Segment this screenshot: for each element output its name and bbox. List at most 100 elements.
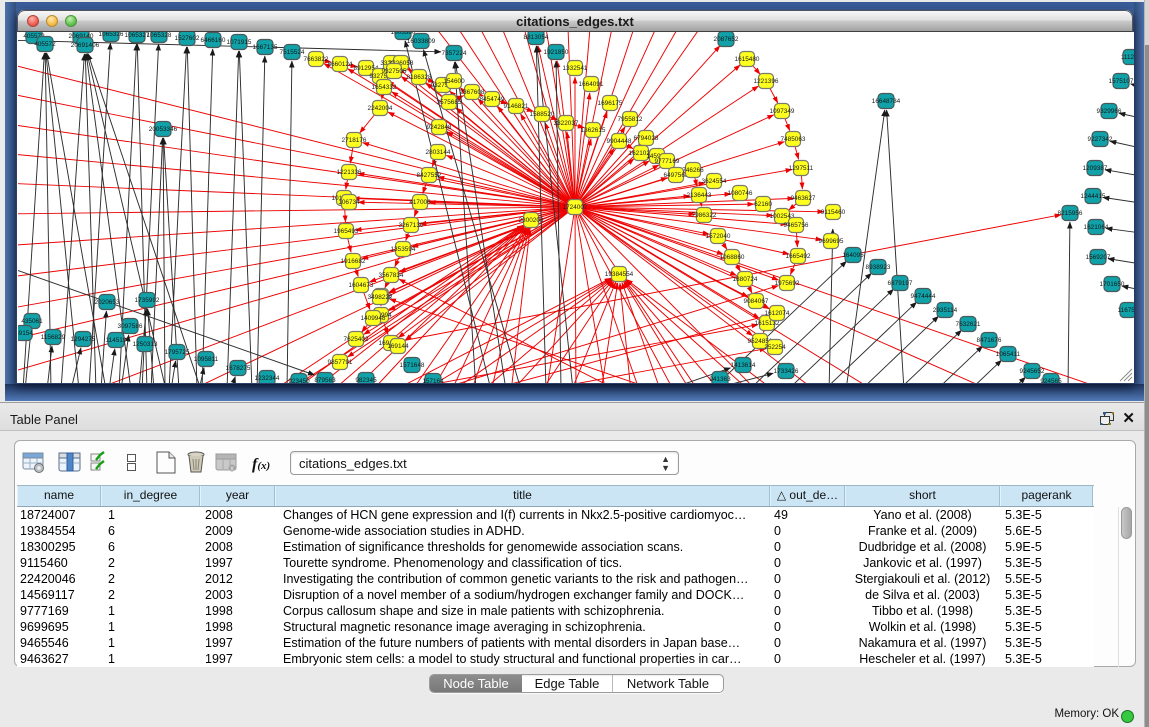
svg-text:19384554: 19384554 (605, 271, 634, 278)
svg-text:1696175: 1696175 (598, 100, 623, 107)
svg-text:1678275: 1678275 (226, 365, 251, 372)
svg-text:1294275: 1294275 (71, 336, 96, 343)
svg-text:x: x (230, 466, 234, 473)
svg-text:9474444: 9474444 (911, 293, 936, 300)
svg-text:1735992: 1735992 (135, 297, 160, 304)
svg-text:1065411: 1065411 (996, 351, 1021, 358)
svg-text:941363: 941363 (709, 376, 731, 383)
svg-text:3624554: 3624554 (702, 178, 727, 185)
svg-text:3575685: 3575685 (437, 99, 462, 106)
svg-text:1572040: 1572040 (706, 233, 731, 240)
svg-text:7632621: 7632621 (956, 321, 981, 328)
svg-text:1221336: 1221336 (337, 169, 362, 176)
svg-text:1065326: 1065326 (99, 32, 124, 38)
svg-text:3498222: 3498222 (368, 294, 393, 301)
svg-text:9857791: 9857791 (328, 359, 353, 366)
svg-text:1612074: 1612074 (765, 310, 790, 317)
svg-text:1221396: 1221396 (754, 78, 779, 85)
svg-text:8454749: 8454749 (480, 96, 505, 103)
svg-text:3567834: 3567834 (379, 272, 404, 279)
svg-text:114519: 114519 (106, 337, 127, 344)
svg-text:405572: 405572 (34, 41, 56, 48)
svg-text:1575107: 1575107 (1109, 78, 1134, 85)
svg-text:8660124: 8660124 (328, 61, 353, 68)
svg-text:1724007: 1724007 (563, 204, 588, 211)
svg-text:116753: 116753 (1118, 307, 1134, 314)
svg-text:435061: 435061 (21, 318, 43, 325)
svg-text:1880724: 1880724 (733, 276, 758, 283)
svg-text:2020653: 2020653 (95, 299, 120, 306)
svg-text:1916682: 1916682 (341, 258, 366, 265)
svg-text:746266: 746266 (682, 167, 704, 174)
svg-text:1244415: 1244415 (1081, 193, 1106, 200)
svg-text:8427552: 8427552 (417, 172, 442, 179)
svg-text:9699695: 9699695 (819, 238, 844, 245)
svg-text:1665492: 1665492 (786, 253, 811, 260)
svg-text:9084067: 9084067 (744, 298, 769, 305)
svg-text:1701650: 1701650 (1100, 281, 1125, 288)
svg-text:1795725: 1795725 (165, 349, 190, 356)
svg-text:879563: 879563 (314, 377, 336, 383)
svg-text:157164: 157164 (422, 378, 444, 383)
svg-text:7955812: 7955812 (618, 116, 643, 123)
svg-text:20053346: 20053346 (149, 126, 178, 133)
svg-text:1965493: 1965493 (334, 228, 359, 235)
svg-text:169144: 169144 (387, 343, 409, 350)
svg-text:8215956: 8215956 (1058, 210, 1083, 217)
svg-text:2935114: 2935114 (933, 307, 958, 314)
svg-text:20691406: 20691406 (71, 42, 100, 49)
svg-text:1071915: 1071915 (227, 39, 252, 46)
svg-text:1297511: 1297511 (789, 165, 814, 172)
svg-text:1332541: 1332541 (563, 65, 588, 72)
svg-text:3322037: 3322037 (554, 120, 579, 127)
svg-text:2087652: 2087652 (714, 36, 739, 43)
svg-text:1065328: 1065328 (147, 32, 172, 39)
svg-text:1603380: 1603380 (391, 32, 416, 36)
svg-text:8186328: 8186328 (407, 74, 432, 81)
svg-text:1097349: 1097349 (770, 108, 795, 115)
svg-text:8471676: 8471676 (977, 337, 1002, 344)
svg-text:1080746: 1080746 (728, 190, 753, 197)
svg-text:7357224: 7357224 (442, 50, 467, 57)
svg-text:7515524: 7515524 (280, 49, 305, 56)
svg-text:1733426: 1733426 (774, 368, 799, 375)
svg-text:62160: 62160 (754, 201, 772, 208)
svg-text:16648784: 16648784 (872, 98, 901, 105)
svg-text:164095: 164095 (842, 252, 864, 259)
svg-text:924565: 924565 (1040, 378, 1062, 383)
svg-text:2367608: 2367608 (460, 89, 485, 96)
svg-text:9465756: 9465756 (784, 222, 809, 229)
svg-text:9115460: 9115460 (821, 209, 846, 216)
svg-text:106734: 106734 (338, 199, 360, 206)
svg-text:9242848: 9242848 (427, 124, 452, 131)
svg-text:1621064: 1621064 (1084, 224, 1109, 231)
svg-text:2300203: 2300203 (519, 217, 544, 224)
svg-text:1156829: 1156829 (41, 334, 66, 341)
svg-text:8938923: 8938923 (866, 264, 891, 271)
svg-text:2242004: 2242004 (368, 105, 393, 112)
svg-text:982345: 982345 (355, 377, 377, 383)
svg-text:1232344: 1232344 (255, 375, 280, 382)
svg-text:1362615: 1362615 (581, 127, 606, 134)
svg-text:6879197: 6879197 (888, 280, 913, 287)
svg-text:9463627: 9463627 (791, 195, 816, 202)
svg-text:1571648: 1571648 (400, 362, 425, 369)
svg-text:1409948: 1409948 (361, 315, 386, 322)
svg-text:923450: 923450 (288, 378, 310, 383)
svg-text:1250313: 1250313 (133, 341, 158, 348)
svg-text:1095811: 1095811 (194, 356, 219, 363)
svg-text:111275: 111275 (1121, 54, 1134, 61)
svg-text:16033809: 16033809 (407, 38, 436, 45)
svg-text:3097586: 3097586 (118, 323, 143, 330)
svg-text:7485063: 7485063 (781, 136, 806, 143)
svg-text:9245652: 9245652 (1020, 368, 1045, 375)
svg-text:1664091: 1664091 (579, 81, 604, 88)
svg-text:9329966: 9329966 (1097, 108, 1122, 115)
svg-text:1353594: 1353594 (391, 246, 416, 253)
svg-text:252254: 252254 (764, 344, 786, 351)
svg-text:1604673: 1604673 (349, 282, 374, 289)
svg-text:6794028: 6794028 (634, 135, 659, 142)
svg-text:1615480: 1615480 (735, 56, 760, 63)
svg-text:39154: 39154 (18, 330, 33, 337)
svg-text:9904448: 9904448 (607, 138, 632, 145)
